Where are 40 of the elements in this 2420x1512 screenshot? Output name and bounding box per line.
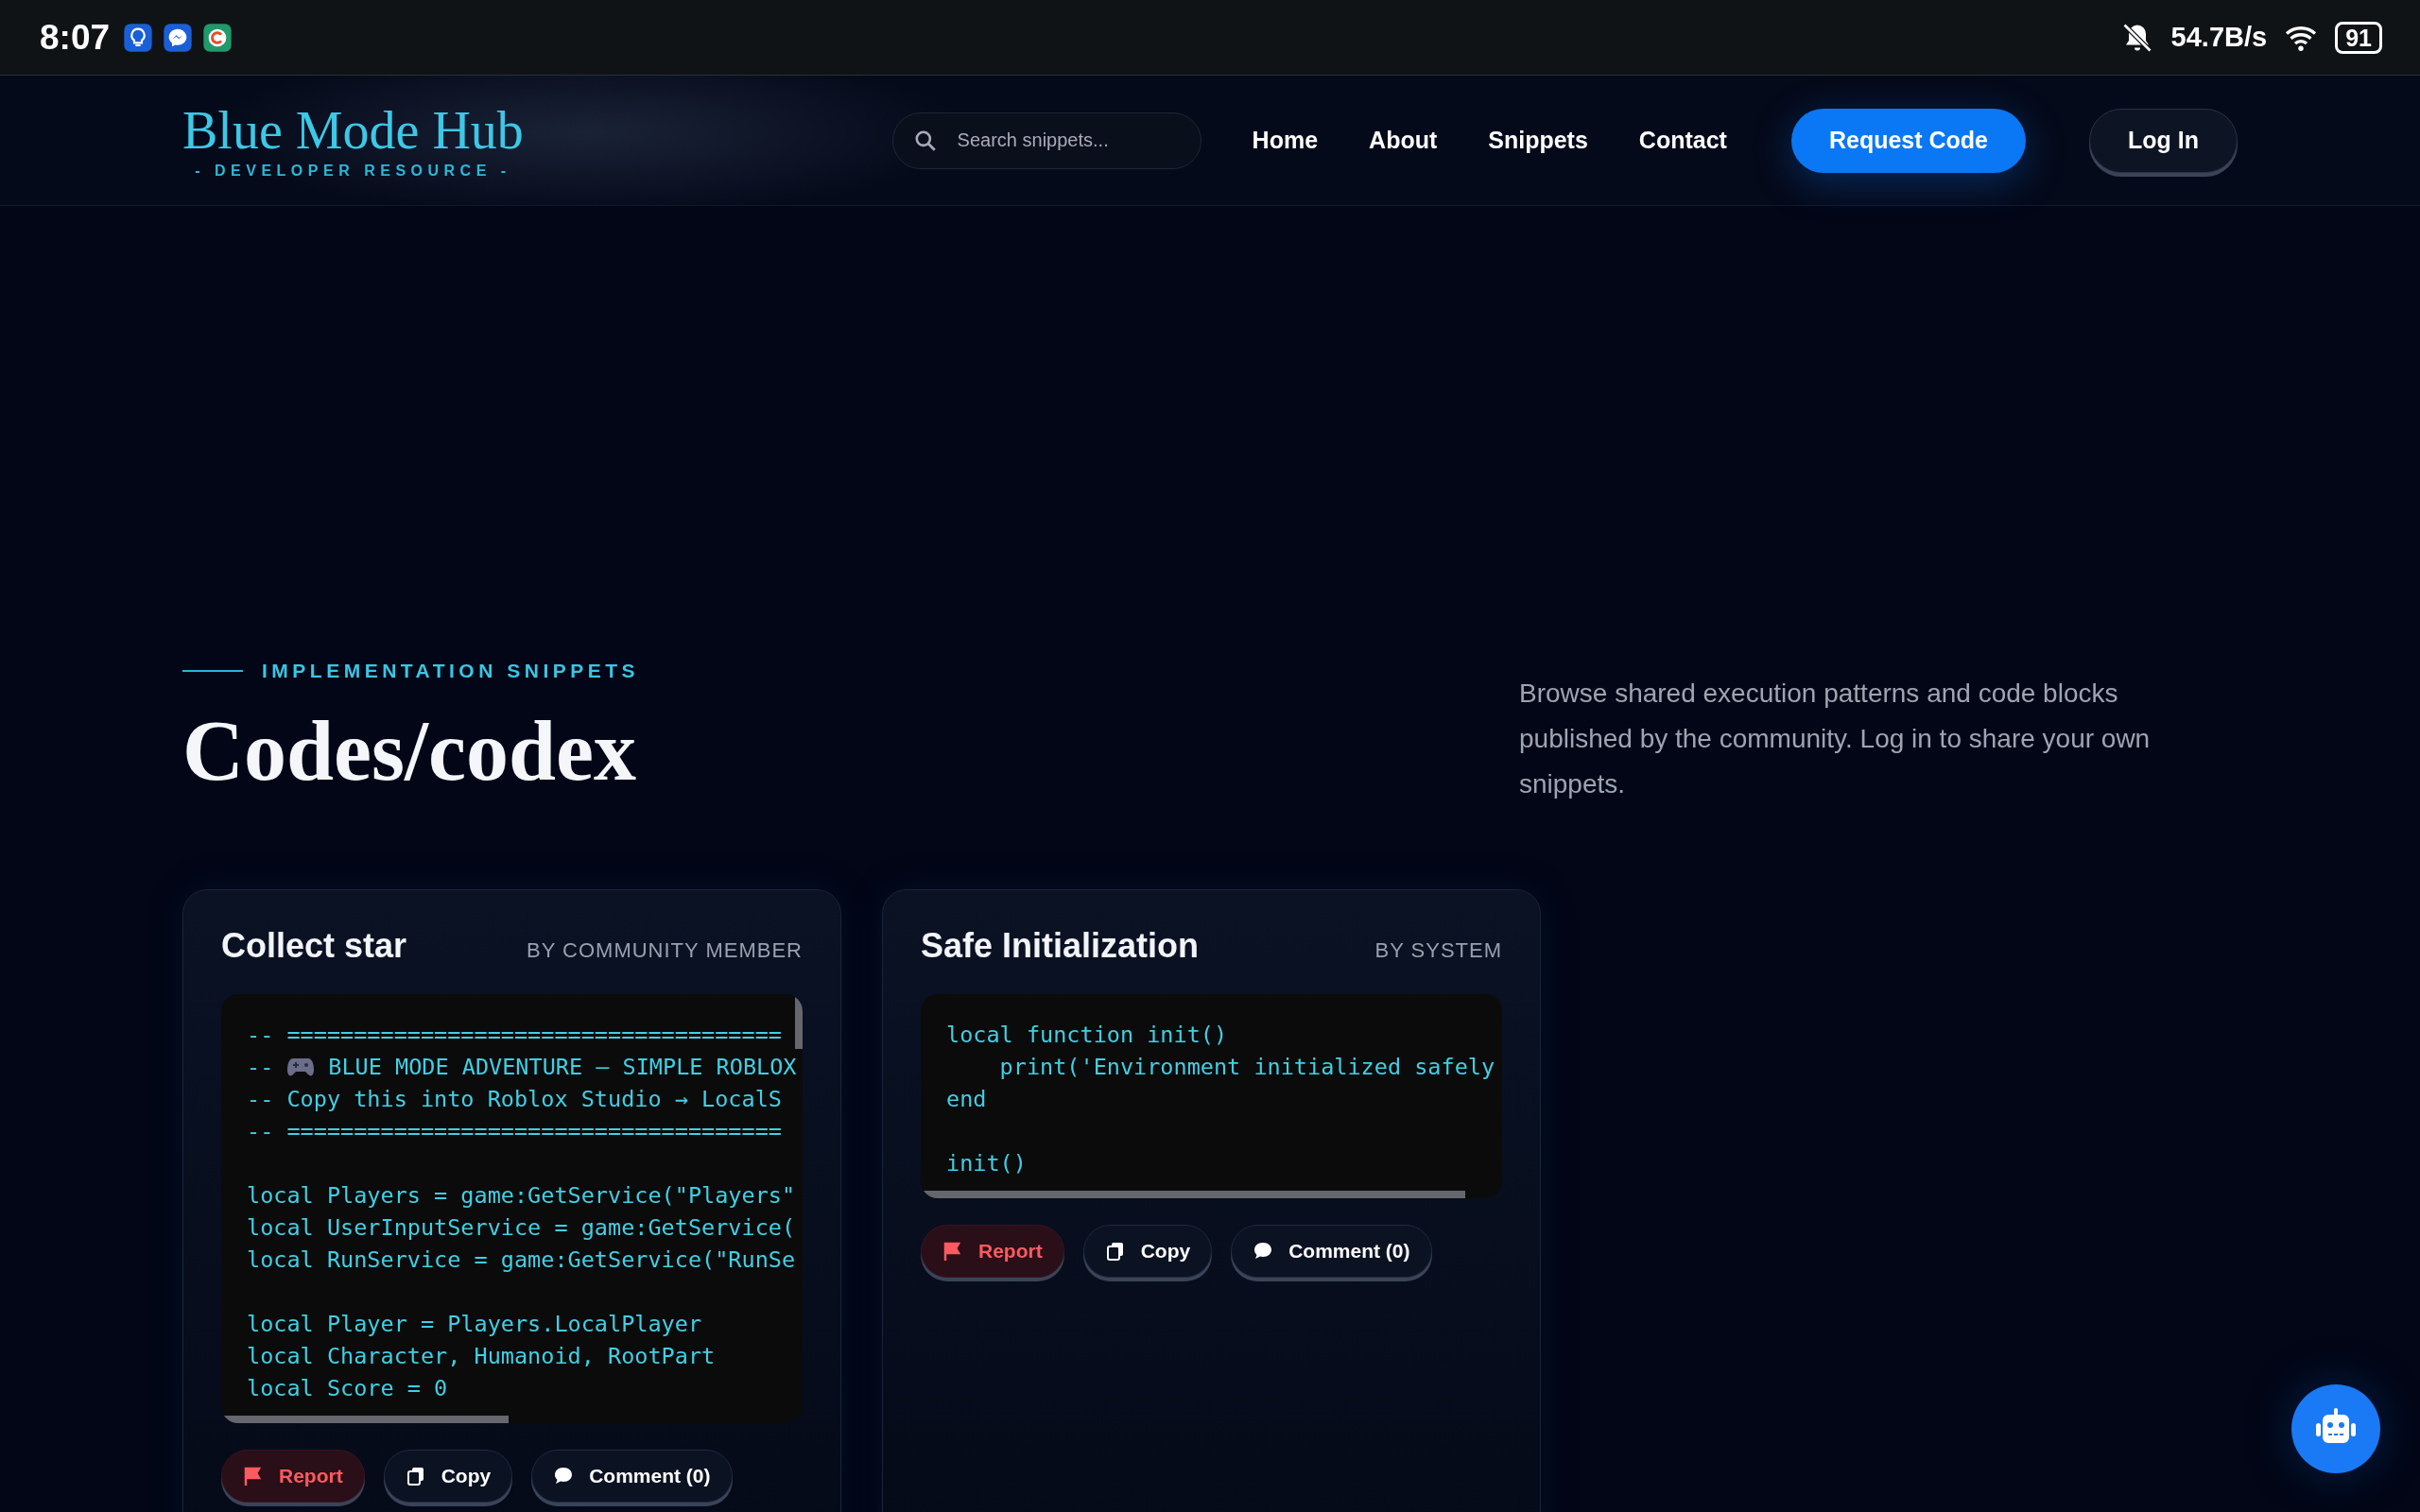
- section-eyebrow: IMPLEMENTATION SNIPPETS: [262, 660, 640, 682]
- code-line: print('Environment initialized safely: [998, 1053, 1495, 1082]
- battery-level: 91: [2335, 21, 2382, 54]
- code-line: -- =====================================: [247, 1021, 782, 1050]
- speech-bubble-icon: [553, 1466, 575, 1486]
- code-line: end: [946, 1085, 987, 1114]
- logo-tagline: - DEVELOPER RESOURCE -: [195, 162, 511, 180]
- nav-link[interactable]: Contact: [1638, 127, 1727, 154]
- code-line: local UserInputService = game:GetService(: [247, 1213, 796, 1243]
- section-description: Browse shared execution patterns and code blocks published by the community. Log in to share your own snippets.: [1519, 678, 2152, 800]
- code-line: --: [247, 1053, 274, 1082]
- code-line: local Player = Players.LocalPlayer: [247, 1310, 702, 1339]
- search-field[interactable]: Search snippets...: [891, 112, 1201, 169]
- code-line: init(): [946, 1149, 1027, 1178]
- code-line: BLUE MODE ADVENTURE — SIMPLE ROBLOX: [328, 1053, 797, 1082]
- code-line: local Players = game:GetService("Players": [247, 1181, 796, 1211]
- nav-link[interactable]: About: [1369, 127, 1438, 154]
- clock-time: 8:07: [40, 17, 111, 58]
- code-line: -- =====================================: [247, 1117, 782, 1146]
- speech-bubble-icon: [1253, 1241, 1274, 1262]
- page-title: Codes/codex: [182, 703, 637, 799]
- snippet-author: BY SYSTEM: [1374, 938, 1502, 963]
- snippet-author: BY COMMUNITY MEMBER: [527, 938, 803, 963]
- nav-link[interactable]: Snippets: [1488, 127, 1588, 154]
- code-line: local RunService = game:GetService("RunSe: [247, 1246, 796, 1275]
- flag-icon: [942, 1241, 963, 1262]
- code-line: -- Copy this into Roblox Studio → LocalS: [247, 1085, 782, 1114]
- snippet-title: Collect star: [221, 926, 407, 966]
- site-logo[interactable]: Blue Mode Hub: [182, 101, 524, 159]
- code-line: local Character, Humanoid, RootPart: [247, 1342, 716, 1371]
- code-line: local function init(): [946, 1021, 1228, 1050]
- gamepad-icon: [286, 1057, 316, 1077]
- copy-icon: [405, 1466, 426, 1486]
- nav-link[interactable]: Home: [1252, 127, 1319, 154]
- snippet-title: Safe Initialization: [921, 926, 1200, 966]
- code-line: local Score = 0: [247, 1374, 448, 1403]
- flag-icon: [243, 1466, 264, 1486]
- request-code-button[interactable]: Request Code: [1790, 108, 2026, 173]
- network-speed: 54.7B/s: [2170, 22, 2268, 53]
- copy-icon: [1104, 1241, 1126, 1262]
